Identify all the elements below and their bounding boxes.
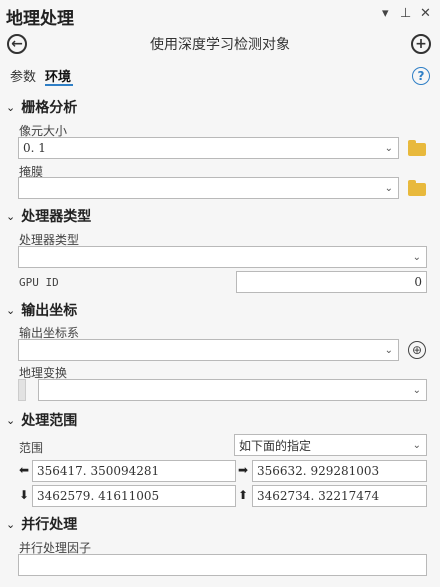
section-title: 并行处理 [21,517,78,533]
section-processor-type[interactable]: ⌄ 处理器类型 [6,206,91,226]
gpu-id-input[interactable]: 0 [236,271,427,293]
chevron-down-icon[interactable]: ⌄ [385,345,393,356]
folder-icon[interactable] [408,180,426,196]
cell-size-field[interactable]: 0. 1 ⌄ [18,137,399,159]
chevron-down-icon: ⌄ [6,100,16,114]
add-circle-icon: + [415,36,427,52]
extent-bottom-input[interactable]: 3462579. 41611005 [32,485,236,507]
section-title: 处理范围 [21,413,78,429]
extent-dropdown[interactable]: 如下面的指定 ⌄ [234,434,427,456]
geographic-transformation-dropdown[interactable]: ⌄ [38,379,427,401]
chevron-down-icon: ⌄ [6,303,16,317]
extent-top-input[interactable]: 3462734. 32217474 [252,485,427,507]
chevron-down-icon[interactable]: ⌄ [413,440,421,451]
section-parallel-processing[interactable]: ⌄ 并行处理 [6,514,77,534]
extent-label: 范围 [19,441,44,455]
add-button[interactable]: + [411,34,431,54]
pin-icon[interactable]: ⊥ [400,6,411,21]
processor-type-dropdown[interactable]: ⌄ [18,246,427,268]
section-title: 处理器类型 [21,209,92,225]
extent-value: 如下面的指定 [239,438,312,453]
chevron-down-icon[interactable]: ⌄ [413,385,421,396]
tab-parameters[interactable]: 参数 [10,66,36,85]
folder-icon[interactable] [408,140,426,156]
output-coordinate-system-dropdown[interactable]: ⌄ [18,339,399,361]
close-icon[interactable]: ✕ [420,6,431,21]
chevron-down-icon[interactable]: ⌄ [413,252,421,263]
up-arrow-icon: ⬆ [238,488,249,502]
section-processing-extent[interactable]: ⌄ 处理范围 [6,410,77,430]
section-output-coordinates[interactable]: ⌄ 输出坐标 [6,300,77,320]
tool-name: 使用深度学习检测对象 [150,37,290,53]
extent-right-input[interactable]: 356632. 929281003 [252,460,427,482]
gpu-id-label: GPU ID [19,276,59,289]
transformation-grip[interactable] [18,379,26,401]
tab-environments[interactable]: 环境 [45,66,71,85]
down-arrow-icon: ⬇ [19,488,30,502]
left-arrow-icon: ⬅ [19,463,30,477]
right-arrow-icon: ➡ [238,463,249,477]
section-raster-analysis[interactable]: ⌄ 栅格分析 [6,97,77,117]
cell-size-value: 0. 1 [23,141,46,155]
parallel-factor-input[interactable] [18,554,427,576]
chevron-down-icon: ⌄ [6,209,16,223]
chevron-down-icon: ⌄ [6,517,16,531]
help-icon[interactable]: ? [412,67,430,85]
pane-title: 地理处理 [6,9,74,29]
active-tab-indicator [45,84,73,86]
chevron-down-icon[interactable]: ⌄ [385,143,393,154]
globe-icon[interactable]: ⊕ [408,341,426,359]
chevron-down-icon[interactable]: ⌄ [385,183,393,194]
pane-options-icon[interactable]: ▾ [382,6,389,21]
section-title: 输出坐标 [21,303,78,319]
mask-field[interactable]: ⌄ [18,177,399,199]
section-title: 栅格分析 [21,100,78,116]
chevron-down-icon: ⌄ [6,413,16,427]
extent-left-input[interactable]: 356417. 350094281 [32,460,236,482]
